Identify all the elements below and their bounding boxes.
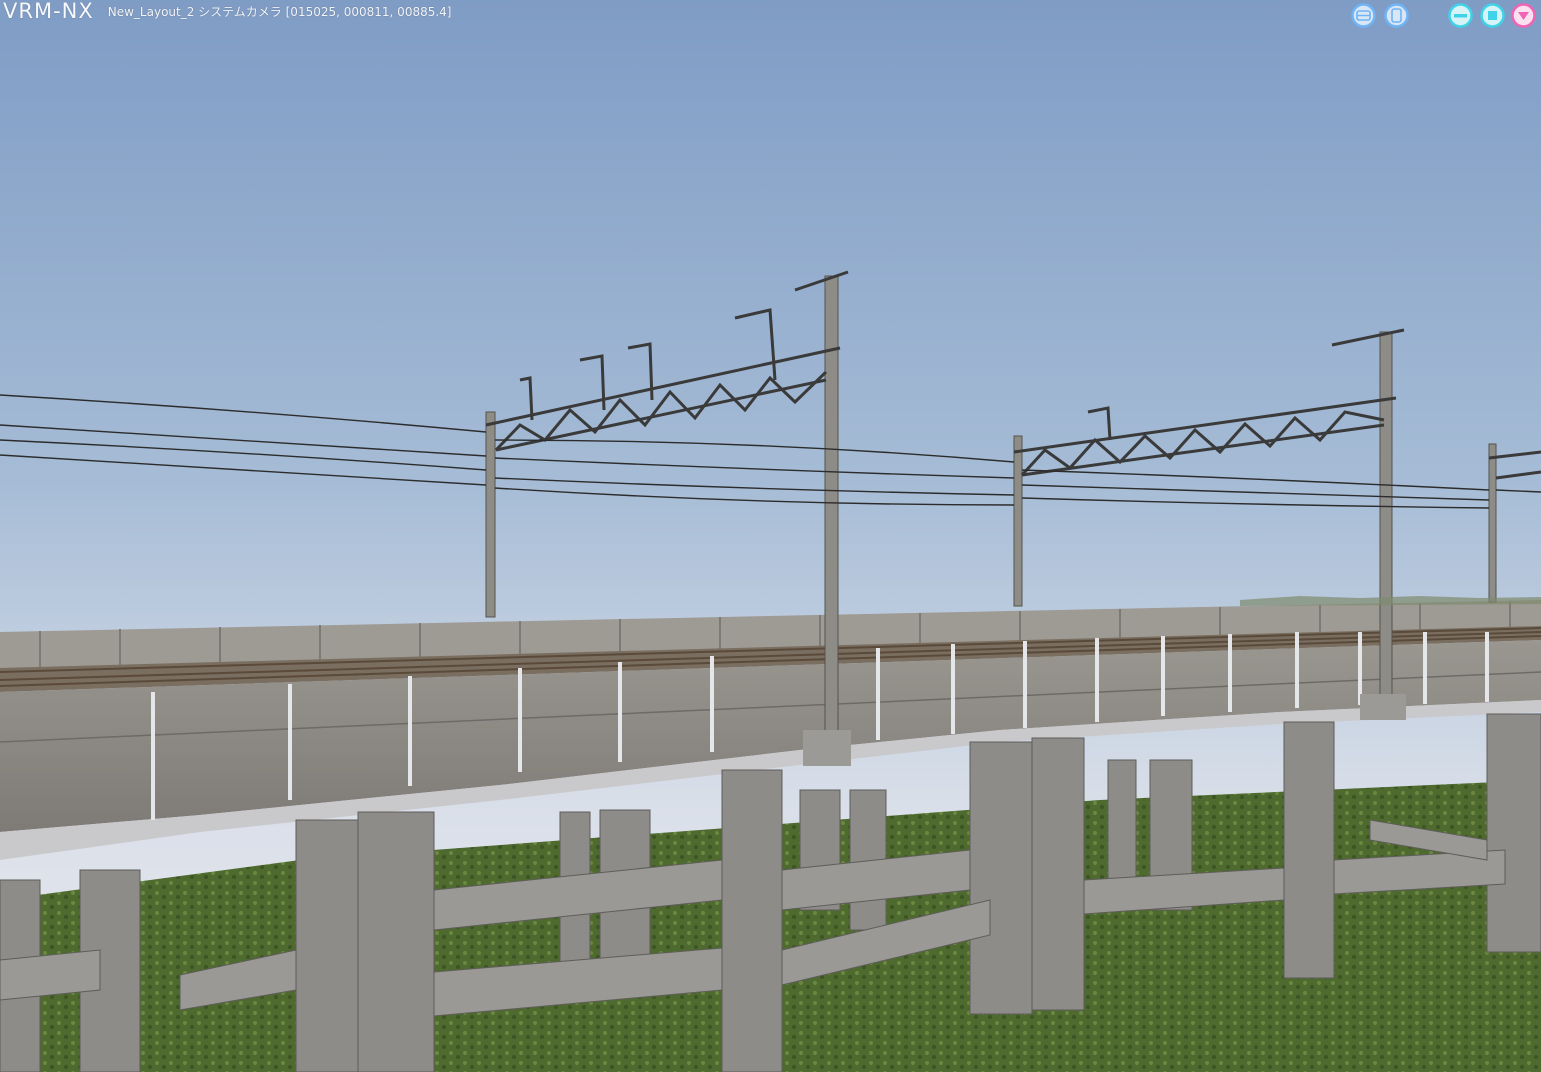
window-title: New_Layout_2 システムカメラ [015025, 000811, 00… — [107, 4, 452, 19]
app-logo: VRM-NX — [3, 0, 94, 23]
menu-dropdown-icon — [1511, 3, 1536, 28]
title-bar: VRM-NX New_Layout_2 システムカメラ [015025, 000… — [0, 0, 1541, 22]
menu-dropdown-button[interactable] — [1511, 3, 1536, 28]
view-mode-b-icon — [1384, 3, 1409, 28]
minimize-icon — [1448, 3, 1473, 28]
view-mode-a-button[interactable] — [1351, 3, 1376, 28]
minimize-button[interactable] — [1448, 3, 1473, 28]
3d-viewport[interactable] — [0, 0, 1541, 1072]
view-mode-b-button[interactable] — [1384, 3, 1409, 28]
view-mode-a-icon — [1351, 3, 1376, 28]
maximize-button[interactable] — [1480, 3, 1505, 28]
maximize-icon — [1480, 3, 1505, 28]
